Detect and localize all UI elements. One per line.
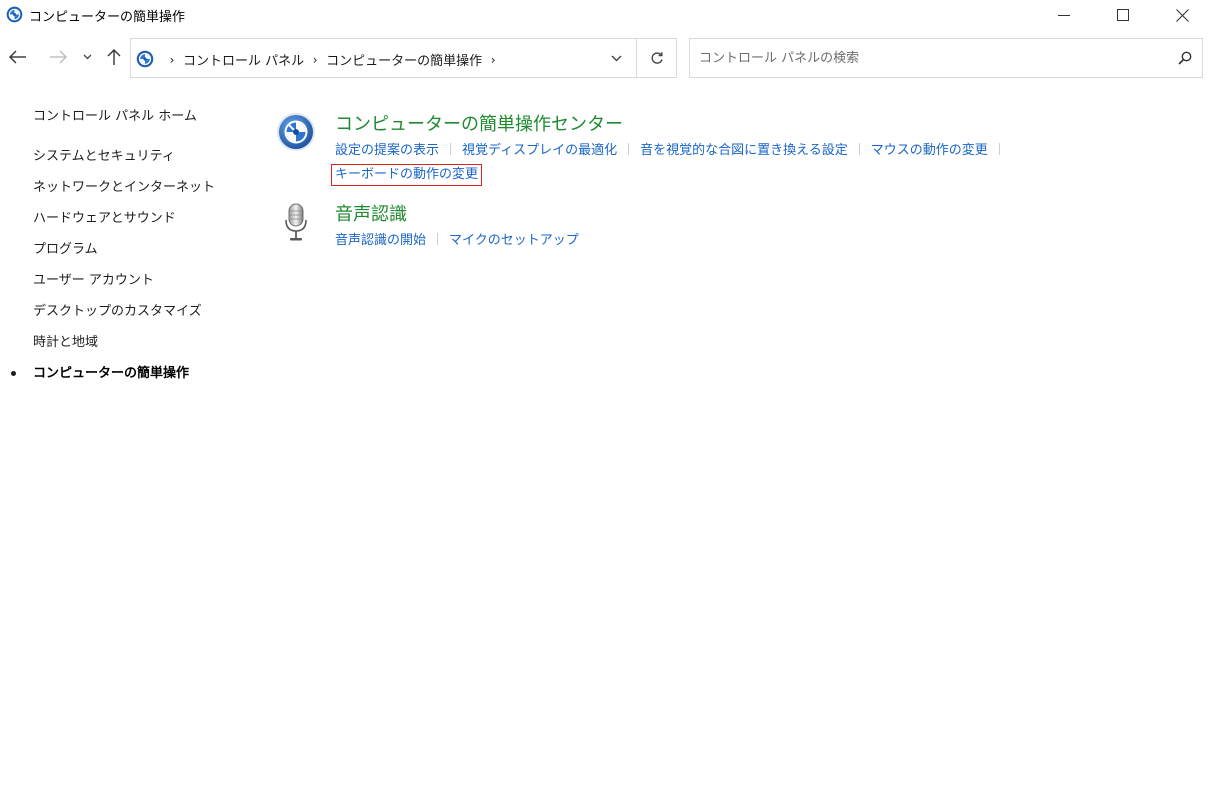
ease-of-access-center-title[interactable]: コンピューターの簡単操作センター bbox=[335, 110, 623, 136]
search-icon bbox=[1178, 51, 1192, 65]
refresh-icon bbox=[651, 52, 663, 64]
sidebar-category-list: システムとセキュリティ ネットワークとインターネット ハードウェアとサウンド プ… bbox=[0, 148, 215, 396]
back-button[interactable] bbox=[4, 44, 32, 70]
sidebar-item-label: ユーザー アカウント bbox=[33, 273, 154, 288]
sidebar-item-clock-region[interactable]: 時計と地域 bbox=[0, 334, 215, 365]
navigation-bar: › コントロール パネル › コンピューターの簡単操作 › bbox=[0, 36, 1209, 80]
chevron-down-icon bbox=[83, 54, 91, 60]
sidebar-item-label: デスクトップのカスタマイズ bbox=[33, 304, 202, 319]
search-input[interactable] bbox=[690, 39, 1160, 77]
sidebar-item-label: コンピューターの簡単操作 bbox=[33, 366, 190, 381]
ease-of-access-links: 設定の提案の表示 視覚ディスプレイの最適化 音を視覚的な合図に置き換える設定 マウスの… bbox=[331, 139, 1135, 187]
current-item-bullet-icon bbox=[11, 371, 16, 376]
address-history-dropdown[interactable] bbox=[599, 39, 633, 77]
chevron-down-icon bbox=[611, 55, 621, 61]
link-separator bbox=[628, 143, 630, 155]
address-divider bbox=[636, 39, 637, 77]
ease-of-access-icon bbox=[6, 6, 23, 23]
microphone-icon[interactable] bbox=[276, 202, 316, 242]
link-separator bbox=[450, 143, 452, 155]
sidebar-item-programs[interactable]: プログラム bbox=[0, 241, 215, 272]
maximize-icon bbox=[1117, 9, 1129, 21]
sidebar-item-label: プログラム bbox=[33, 242, 98, 257]
sidebar-item-label: システムとセキュリティ bbox=[33, 149, 175, 164]
link-separator bbox=[437, 233, 439, 245]
link-start-speech-recognition[interactable]: 音声認識の開始 bbox=[335, 233, 426, 248]
search-box bbox=[689, 38, 1203, 78]
breadcrumb-control-panel[interactable]: コントロール パネル bbox=[183, 50, 304, 69]
arrow-up-icon bbox=[107, 49, 121, 65]
sidebar-item-network-internet[interactable]: ネットワークとインターネット bbox=[0, 179, 215, 210]
link-change-keyboard-settings[interactable]: キーボードの動作の変更 bbox=[331, 164, 483, 186]
link-separator bbox=[998, 143, 1000, 155]
breadcrumb: › コントロール パネル › コンピューターの簡単操作 › bbox=[161, 50, 504, 70]
speech-recognition-title[interactable]: 音声認識 bbox=[335, 200, 407, 226]
arrow-right-icon bbox=[50, 50, 67, 64]
sidebar-item-ease-of-access[interactable]: コンピューターの簡単操作 bbox=[0, 365, 215, 396]
minimize-button[interactable] bbox=[1035, 0, 1093, 30]
recent-locations-button[interactable] bbox=[78, 44, 96, 70]
speech-recognition-links: 音声認識の開始 マイクのセットアップ bbox=[335, 229, 1135, 253]
search-button[interactable] bbox=[1168, 39, 1202, 77]
refresh-button[interactable] bbox=[639, 39, 675, 77]
breadcrumb-chevron-icon[interactable]: › bbox=[165, 53, 179, 67]
sidebar-item-user-accounts[interactable]: ユーザー アカウント bbox=[0, 272, 215, 303]
address-bar[interactable]: › コントロール パネル › コンピューターの簡単操作 › bbox=[130, 38, 677, 78]
sidebar-item-system-security[interactable]: システムとセキュリティ bbox=[0, 148, 215, 179]
up-button[interactable] bbox=[100, 44, 128, 70]
sidebar-item-appearance[interactable]: デスクトップのカスタマイズ bbox=[0, 303, 215, 334]
sidebar-control-panel-home[interactable]: コントロール パネル ホーム bbox=[33, 105, 197, 124]
sidebar-item-label: 時計と地域 bbox=[33, 335, 99, 350]
forward-button[interactable] bbox=[44, 44, 72, 70]
sidebar-item-hardware-sound[interactable]: ハードウェアとサウンド bbox=[0, 210, 215, 241]
link-set-up-microphone[interactable]: マイクのセットアップ bbox=[449, 233, 579, 248]
link-optimize-visual-display[interactable]: 視覚ディスプレイの最適化 bbox=[462, 143, 617, 158]
link-separator bbox=[858, 143, 860, 155]
maximize-button[interactable] bbox=[1094, 0, 1152, 30]
arrow-left-icon bbox=[9, 50, 26, 64]
ease-of-access-icon[interactable] bbox=[276, 112, 316, 152]
close-button[interactable] bbox=[1153, 0, 1209, 30]
breadcrumb-chevron-icon[interactable]: › bbox=[486, 53, 500, 67]
link-change-mouse-settings[interactable]: マウスの動作の変更 bbox=[871, 143, 988, 158]
title-bar: コンピューターの簡単操作 bbox=[0, 0, 1209, 30]
ease-of-access-icon bbox=[136, 50, 154, 68]
breadcrumb-chevron-icon[interactable]: › bbox=[308, 53, 322, 67]
close-icon bbox=[1175, 8, 1189, 22]
link-suggested-settings[interactable]: 設定の提案の表示 bbox=[335, 143, 439, 158]
link-replace-sounds-visual-cues[interactable]: 音を視覚的な合図に置き換える設定 bbox=[640, 143, 848, 158]
breadcrumb-ease-of-access[interactable]: コンピューターの簡単操作 bbox=[326, 50, 482, 69]
sidebar-item-label: ネットワークとインターネット bbox=[33, 180, 216, 195]
sidebar-item-label: ハードウェアとサウンド bbox=[33, 211, 176, 226]
window-title: コンピューターの簡単操作 bbox=[29, 10, 186, 25]
minimize-icon bbox=[1058, 15, 1070, 16]
